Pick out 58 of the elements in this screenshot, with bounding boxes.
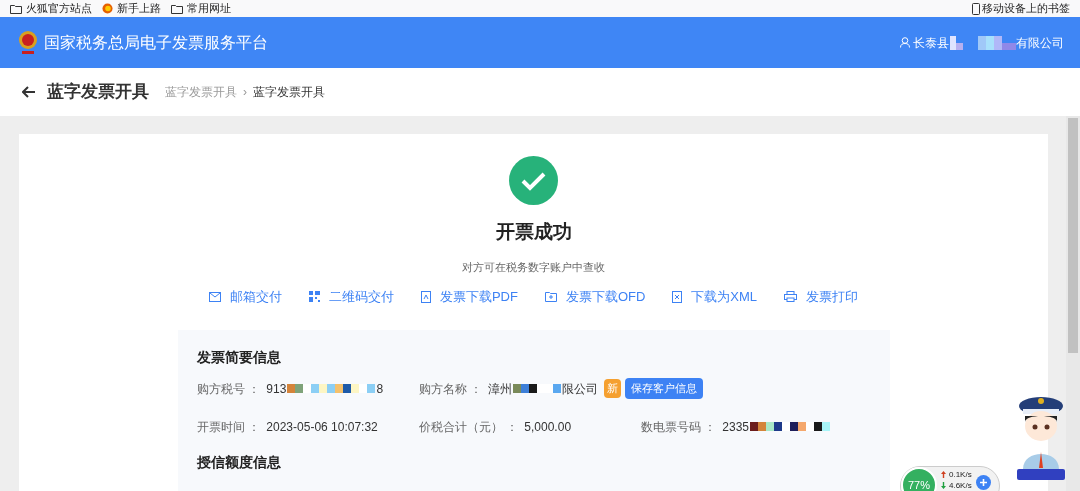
field-value: 2023-05-06 10:07:32 (266, 418, 378, 436)
phone-icon (972, 2, 980, 15)
scrollbar[interactable] (1066, 116, 1080, 491)
download-speed: 4.6K/s (949, 480, 972, 491)
up-arrow-icon (941, 471, 946, 478)
save-customer-button[interactable]: 保存客户信息 (625, 378, 704, 399)
folder-icon (10, 3, 22, 14)
field-value: 限公司 (562, 380, 599, 398)
action-link[interactable]: 发票下载OFD (565, 287, 646, 307)
field-value: 漳州 (488, 380, 513, 398)
field-value: 5,000.00 (524, 418, 572, 436)
success-check-icon (509, 156, 558, 205)
envelope-icon (208, 291, 221, 302)
action-link[interactable]: 二维码交付 (328, 287, 394, 307)
field-value: 2335 (722, 418, 750, 436)
plus-button[interactable] (975, 475, 991, 490)
field-label: 开票时间 ： (197, 418, 261, 436)
company-name: 有限公司 (1016, 34, 1064, 52)
section-title: 发票简要信息 (197, 347, 282, 366)
breadcrumb-item[interactable]: 蓝字发票开具 (253, 83, 325, 101)
action-link[interactable]: 发票打印 (806, 287, 859, 307)
bookmark-link[interactable]: 常用网址 (187, 0, 231, 17)
bookmark-link[interactable]: 火狐官方站点 (26, 0, 92, 17)
action-link[interactable]: 发票下载PDF (439, 287, 518, 307)
field-label: 购方税号 ： (197, 380, 261, 398)
bookmark-link[interactable]: 移动设备上的书签 (982, 0, 1070, 17)
success-subtitle: 对方可在税务数字账户中查收 (462, 259, 605, 275)
field-label: 价税合计（元） ： (419, 418, 519, 436)
breadcrumb-item[interactable]: 蓝字发票开具 (165, 83, 237, 101)
redaction-mosaic (978, 35, 1016, 50)
firefox-icon (102, 3, 113, 14)
chevron-icon: › (243, 83, 247, 101)
printer-icon (784, 291, 798, 303)
document-icon (420, 290, 431, 303)
bookmark-link[interactable]: 新手上路 (117, 0, 161, 17)
platform-title: 国家税务总局电子发票服务平台 (44, 32, 268, 53)
redaction-mosaic (950, 35, 963, 50)
folder-icon (544, 291, 557, 303)
field-value: 913 (266, 380, 287, 398)
section-title: 授信额度信息 (197, 452, 282, 471)
user-icon (900, 37, 910, 48)
grid-icon (308, 291, 320, 303)
new-badge: 新 (604, 379, 622, 398)
success-title: 开票成功 (495, 220, 572, 244)
folder-icon (171, 3, 183, 14)
document-icon (672, 290, 683, 303)
field-label: 购方名称 ： (419, 380, 483, 398)
upload-speed: 0.1K/s (949, 469, 972, 480)
field-value: 8 (376, 380, 384, 398)
emblem-icon (17, 29, 39, 56)
action-link[interactable]: 下载为XML (691, 287, 758, 307)
action-link[interactable]: 邮箱交付 (229, 287, 282, 307)
down-arrow-icon (941, 482, 946, 489)
page-title: 蓝字发票开具 (47, 81, 149, 104)
back-arrow-icon[interactable] (22, 86, 36, 98)
user-name: 长泰县 (913, 34, 949, 52)
usage-gauge: 77% (901, 467, 937, 491)
field-label: 数电票号码 ： (641, 418, 717, 436)
